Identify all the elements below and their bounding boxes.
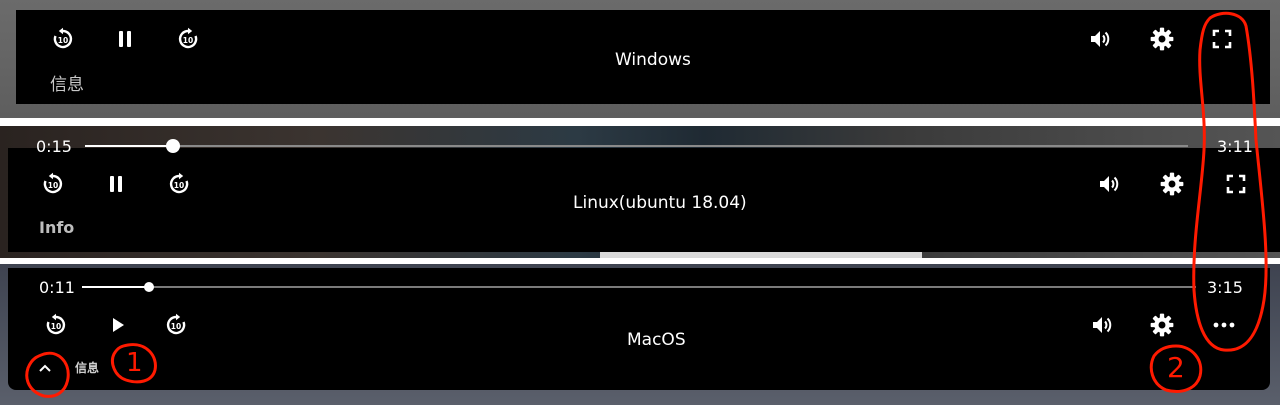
linux-player-frame: 0:15 3:11 10 10 Info Linux(ubuntu 18.04): [0, 126, 1280, 258]
annotation-number-2: 2: [1167, 351, 1185, 384]
pause-icon[interactable]: [113, 27, 137, 51]
progress-fill: [82, 286, 149, 288]
replay-10-icon[interactable]: 10: [43, 312, 69, 338]
settings-gear-icon[interactable]: [1148, 311, 1176, 339]
annotation-number-1: 1: [126, 348, 143, 378]
fullscreen-icon[interactable]: [1224, 172, 1248, 196]
info-label[interactable]: 信息: [50, 70, 84, 95]
progress-track[interactable]: [85, 145, 1188, 147]
platform-label: Linux(ubuntu 18.04): [573, 193, 747, 213]
svg-text:10: 10: [183, 36, 193, 45]
pause-icon[interactable]: [104, 172, 128, 196]
video-background-strip: [600, 252, 922, 258]
platform-label: MacOS: [627, 330, 686, 350]
replay-10-icon[interactable]: 10: [40, 171, 66, 197]
settings-gear-icon[interactable]: [1148, 25, 1176, 53]
windows-player-frame: 10 10 信息 Windows: [0, 0, 1280, 118]
platform-label: Windows: [615, 50, 691, 70]
svg-text:10: 10: [48, 181, 58, 190]
svg-text:10: 10: [58, 36, 68, 45]
volume-icon[interactable]: [1096, 171, 1122, 197]
settings-gear-icon[interactable]: [1158, 170, 1186, 198]
svg-text:10: 10: [171, 322, 181, 331]
info-label[interactable]: Info: [39, 218, 74, 237]
duration-time: 3:15: [1207, 278, 1243, 297]
macos-player-frame: 0:11 3:15 10 10 信息 MacOS: [0, 264, 1280, 405]
svg-text:10: 10: [51, 322, 61, 331]
replay-10-icon[interactable]: 10: [50, 26, 76, 52]
forward-10-icon[interactable]: 10: [166, 171, 192, 197]
volume-icon[interactable]: [1087, 26, 1113, 52]
current-time: 0:15: [36, 137, 72, 156]
progress-fill: [85, 145, 174, 147]
chevron-up-icon[interactable]: [36, 360, 54, 376]
svg-text:10: 10: [174, 181, 184, 190]
progress-thumb[interactable]: [143, 282, 154, 292]
play-icon[interactable]: [106, 313, 130, 337]
more-horizontal-icon[interactable]: [1211, 315, 1237, 335]
fullscreen-icon[interactable]: [1210, 27, 1234, 51]
current-time: 0:11: [39, 278, 75, 297]
volume-icon[interactable]: [1089, 312, 1115, 338]
forward-10-icon[interactable]: 10: [163, 312, 189, 338]
forward-10-icon[interactable]: 10: [175, 26, 201, 52]
progress-track[interactable]: [82, 286, 1196, 288]
info-label[interactable]: 信息: [75, 359, 99, 376]
duration-time: 3:11: [1217, 137, 1253, 156]
